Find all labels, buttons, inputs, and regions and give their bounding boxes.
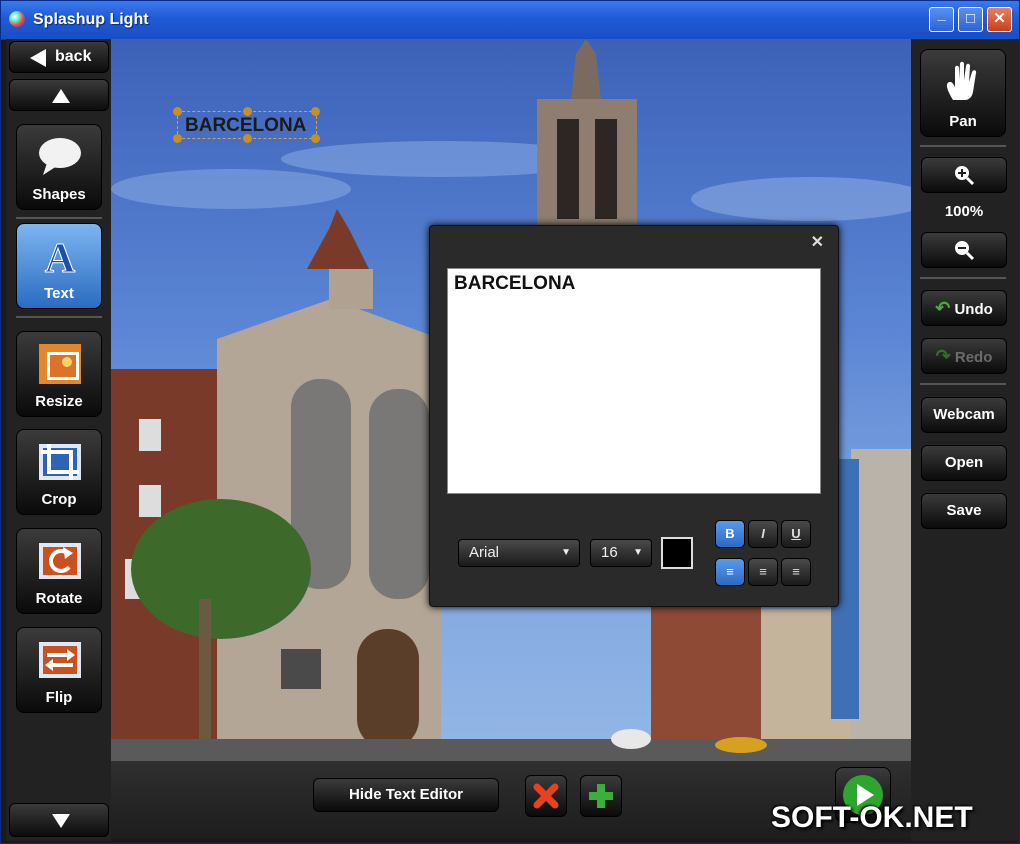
align-right-button[interactable]: ≡ xyxy=(781,558,811,586)
undo-icon: ↶ xyxy=(935,298,951,318)
resize-handle[interactable] xyxy=(243,134,252,143)
hand-icon xyxy=(946,61,977,100)
divider xyxy=(920,277,1006,279)
tool-resize[interactable]: Resize xyxy=(16,331,102,417)
text-a-icon: A xyxy=(44,236,76,279)
pan-label: Pan xyxy=(949,113,977,130)
speech-bubble-icon xyxy=(39,138,81,175)
align-right-icon: ≡ xyxy=(792,564,800,579)
zoom-in-button[interactable] xyxy=(921,157,1007,193)
left-toolbar: back Shapes A Text Resize Crop Rotate Fl… xyxy=(6,39,111,841)
resize-handle[interactable] xyxy=(173,134,182,143)
title-bar: Splashup Light _ □ ✕ xyxy=(1,1,1019,40)
tool-label: Text xyxy=(44,285,74,302)
zoom-out-icon xyxy=(955,241,975,261)
font-family-select[interactable]: Arial ▼ xyxy=(458,539,580,567)
tool-rotate[interactable]: Rotate xyxy=(16,528,102,614)
add-plus-icon xyxy=(589,784,613,808)
tool-label: Crop xyxy=(41,491,77,508)
zoom-level: 100% xyxy=(944,203,984,220)
chevron-down-icon: ▼ xyxy=(633,547,643,558)
tool-label: Resize xyxy=(35,393,83,410)
close-button[interactable]: ✕ xyxy=(987,7,1012,32)
tool-label: Rotate xyxy=(35,590,83,607)
underline-button[interactable]: U xyxy=(781,520,811,548)
flip-icon xyxy=(39,642,81,678)
zoom-out-button[interactable] xyxy=(921,232,1007,268)
text-editor-textarea[interactable]: BARCELONA xyxy=(447,268,821,494)
tool-crop[interactable]: Crop xyxy=(16,429,102,515)
align-center-button[interactable]: ≡ xyxy=(748,558,778,586)
resize-icon xyxy=(39,344,81,384)
redo-label: Redo xyxy=(954,349,993,366)
crop-icon xyxy=(39,444,81,480)
bold-button[interactable]: B xyxy=(715,520,745,548)
add-button[interactable] xyxy=(580,775,622,817)
chevron-down-icon: ▼ xyxy=(561,547,571,558)
close-icon[interactable]: ✕ xyxy=(811,232,824,252)
save-button[interactable]: Save xyxy=(921,493,1007,529)
resize-handle[interactable] xyxy=(311,134,320,143)
right-toolbar: Pan 100% ↶ Undo ↷ Redo Webcam Open Save xyxy=(911,39,1019,841)
canvas-text-object[interactable]: BARCELONA xyxy=(173,107,320,143)
window-title: Splashup Light xyxy=(33,11,149,28)
tool-label: Flip xyxy=(45,689,73,706)
back-label: back xyxy=(55,48,92,65)
align-left-button[interactable]: ≡ xyxy=(715,558,745,586)
webcam-button[interactable]: Webcam xyxy=(921,397,1007,433)
tool-label: Shapes xyxy=(32,186,86,203)
redo-button[interactable]: ↷ Redo xyxy=(921,338,1007,374)
zoom-in-icon xyxy=(955,166,975,186)
open-button[interactable]: Open xyxy=(921,445,1007,481)
maximize-button[interactable]: □ xyxy=(958,7,983,32)
text-editor-dialog: ✕ BARCELONA Arial ▼ 16 ▼ B I U ≡ ≡ ≡ xyxy=(429,225,839,607)
divider xyxy=(920,383,1006,385)
down-arrow-icon xyxy=(52,814,70,828)
resize-handle[interactable] xyxy=(173,107,182,116)
divider xyxy=(16,217,102,219)
divider xyxy=(920,145,1006,147)
delete-x-icon xyxy=(533,783,559,809)
align-center-icon: ≡ xyxy=(759,564,767,579)
undo-label: Undo xyxy=(954,301,993,318)
watermark: SOFT-OK.NET xyxy=(771,801,973,834)
resize-handle[interactable] xyxy=(243,107,252,116)
tool-flip[interactable]: Flip xyxy=(16,627,102,713)
redo-icon: ↷ xyxy=(935,346,951,366)
scroll-down-button[interactable] xyxy=(9,803,109,837)
italic-button[interactable]: I xyxy=(748,520,778,548)
resize-handle[interactable] xyxy=(311,107,320,116)
font-size-select[interactable]: 16 ▼ xyxy=(590,539,652,567)
rotate-icon xyxy=(39,543,81,579)
back-arrow-icon xyxy=(30,49,46,67)
undo-button[interactable]: ↶ Undo xyxy=(921,290,1007,326)
pan-button[interactable]: Pan xyxy=(920,49,1006,137)
align-left-icon: ≡ xyxy=(726,564,734,579)
minimize-button[interactable]: _ xyxy=(929,6,954,32)
svg-text:A: A xyxy=(45,236,76,278)
hide-text-editor-button[interactable]: Hide Text Editor xyxy=(313,778,499,812)
delete-button[interactable] xyxy=(525,775,567,817)
font-family-value: Arial xyxy=(469,544,500,561)
back-button[interactable]: back xyxy=(9,41,109,73)
app-window: Splashup Light _ □ ✕ BARCELONA back Shap… xyxy=(0,0,1020,844)
tool-shapes[interactable]: Shapes xyxy=(16,124,102,210)
app-icon xyxy=(9,11,25,27)
color-swatch[interactable] xyxy=(661,537,693,569)
font-size-value: 16 xyxy=(601,544,618,561)
up-arrow-icon xyxy=(52,89,70,103)
tool-text[interactable]: A Text xyxy=(16,223,102,309)
divider xyxy=(16,316,102,318)
scroll-up-button[interactable] xyxy=(9,79,109,111)
